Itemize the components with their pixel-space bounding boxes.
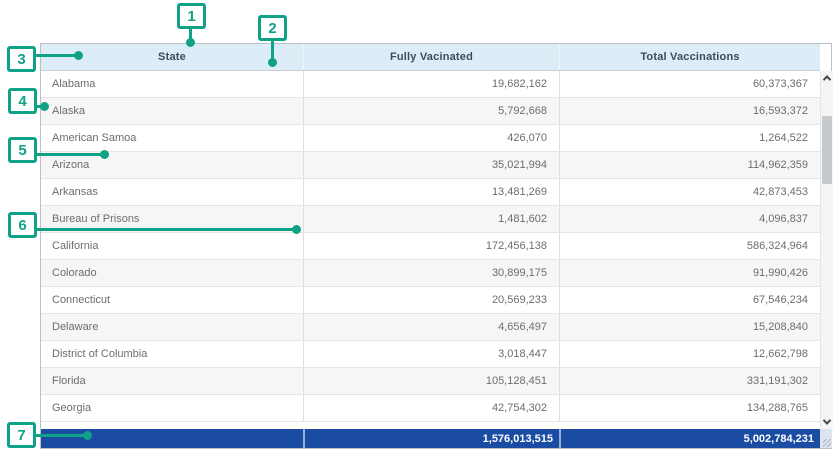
callout-dot-3 [74, 51, 83, 60]
table-row-arizona[interactable]: Arizona 35,021,994 114,962,359 [41, 152, 820, 179]
cell-state: Arkansas [41, 179, 303, 205]
cell-total: 1,264,522 [559, 125, 820, 151]
callout-dot-1 [186, 38, 195, 47]
callout-marker-3: 3 [7, 46, 36, 72]
callout-marker-1: 1 [177, 3, 206, 29]
cell-fully: 42,754,302 [303, 395, 559, 421]
callout-dot-7 [83, 431, 92, 440]
cell-state: Alabama [41, 71, 303, 97]
cell-fully: 105,128,451 [303, 368, 559, 394]
cell-fully: 426,070 [303, 125, 559, 151]
callout-marker-2: 2 [258, 15, 287, 41]
cell-state: District of Columbia [41, 341, 303, 367]
table-row-district-of-columbia[interactable]: District of Columbia 3,018,447 12,662,79… [41, 341, 820, 368]
callout-dot-5 [100, 150, 109, 159]
cell-total: 586,324,964 [559, 233, 820, 259]
callout-dot-6 [292, 225, 301, 234]
callout-dot-2 [268, 58, 277, 67]
table-row-alabama[interactable]: Alabama 19,682,162 60,373,367 [41, 71, 820, 98]
table-total-row: 1,576,013,515 5,002,784,231 [41, 429, 820, 448]
cell-fully: 172,456,138 [303, 233, 559, 259]
total-cell-fully: 1,576,013,515 [303, 429, 559, 448]
table-row-american-samoa[interactable]: American Samoa 426,070 1,264,522 [41, 125, 820, 152]
cell-state: Colorado [41, 260, 303, 286]
resize-grip-icon [823, 439, 831, 447]
cell-fully: 1,481,602 [303, 206, 559, 232]
scrollbar-thumb[interactable] [822, 116, 832, 184]
cell-fully: 4,656,497 [303, 314, 559, 340]
cell-state: California [41, 233, 303, 259]
cell-total: 16,593,372 [559, 98, 820, 124]
table-row-delaware[interactable]: Delaware 4,656,497 15,208,840 [41, 314, 820, 341]
table-row-alaska[interactable]: Alaska 5,792,668 16,593,372 [41, 98, 820, 125]
cell-fully: 3,018,447 [303, 341, 559, 367]
callout-marker-5: 5 [8, 137, 37, 163]
cell-state: American Samoa [41, 125, 303, 151]
callout-dot-4 [40, 102, 49, 111]
cell-total: 4,096,837 [559, 206, 820, 232]
callout-marker-6: 6 [8, 212, 37, 238]
callout-marker-4: 4 [8, 88, 37, 114]
table-row-connecticut[interactable]: Connecticut 20,569,233 67,546,234 [41, 287, 820, 314]
cell-fully: 30,899,175 [303, 260, 559, 286]
cell-state: Alaska [41, 98, 303, 124]
table-row-florida[interactable]: Florida 105,128,451 331,191,302 [41, 368, 820, 395]
cell-total: 134,288,765 [559, 395, 820, 421]
header-cell-fully-vacinated[interactable]: Fully Vacinated [303, 44, 559, 70]
cell-fully: 19,682,162 [303, 71, 559, 97]
scrollbar-corner-filler [820, 429, 832, 448]
scroll-up-button[interactable] [821, 71, 833, 85]
total-cell-total: 5,002,784,231 [559, 429, 820, 448]
scroll-down-button[interactable] [821, 415, 833, 429]
cell-total: 67,546,234 [559, 287, 820, 313]
cell-fully: 20,569,233 [303, 287, 559, 313]
cell-total: 12,662,798 [559, 341, 820, 367]
cell-state: Georgia [41, 395, 303, 421]
callout-line-7 [35, 434, 88, 437]
screenshot-canvas: State Fully Vacinated Total Vaccinations… [0, 0, 833, 453]
table-row-georgia[interactable]: Georgia 42,754,302 134,288,765 [41, 395, 820, 422]
cell-total: 15,208,840 [559, 314, 820, 340]
cell-state: Connecticut [41, 287, 303, 313]
cell-total: 60,373,367 [559, 71, 820, 97]
cell-state: Delaware [41, 314, 303, 340]
total-cell-state [41, 429, 303, 448]
chevron-up-icon [823, 75, 831, 83]
cell-fully: 13,481,269 [303, 179, 559, 205]
cell-fully: 35,021,994 [303, 152, 559, 178]
chevron-down-icon [823, 416, 831, 424]
callout-marker-7: 7 [7, 422, 36, 448]
table-row-colorado[interactable]: Colorado 30,899,175 91,990,426 [41, 260, 820, 287]
callout-line-6 [36, 228, 297, 231]
header-cell-total-vaccinations[interactable]: Total Vaccinations [559, 44, 820, 70]
cell-state: Florida [41, 368, 303, 394]
cell-fully: 5,792,668 [303, 98, 559, 124]
table-row-arkansas[interactable]: Arkansas 13,481,269 42,873,453 [41, 179, 820, 206]
vertical-scrollbar[interactable] [820, 71, 833, 429]
cell-total: 91,990,426 [559, 260, 820, 286]
table-header-row: State Fully Vacinated Total Vaccinations [41, 44, 820, 71]
cell-total: 114,962,359 [559, 152, 820, 178]
callout-line-3 [35, 54, 77, 57]
cell-total: 42,873,453 [559, 179, 820, 205]
callout-line-5 [36, 153, 105, 156]
table-body: Alabama 19,682,162 60,373,367 Alaska 5,7… [41, 71, 820, 422]
cell-total: 331,191,302 [559, 368, 820, 394]
vaccination-data-table: State Fully Vacinated Total Vaccinations… [40, 43, 832, 449]
table-row-california[interactable]: California 172,456,138 586,324,964 [41, 233, 820, 260]
